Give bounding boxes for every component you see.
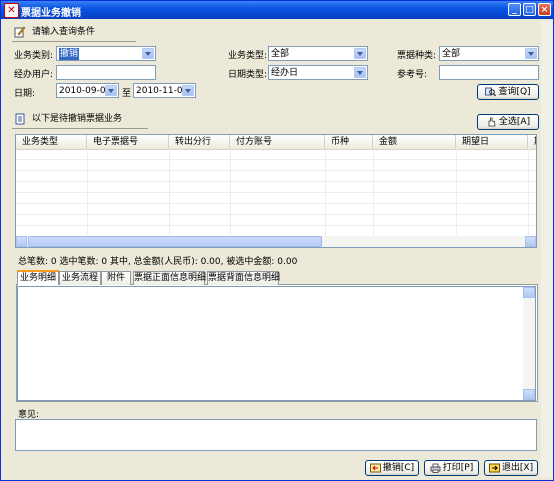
print-button-label: 打印[P] <box>442 463 474 473</box>
query-button[interactable]: 查询[Q] <box>477 84 539 100</box>
column-header[interactable]: 电子票据号 <box>87 135 169 149</box>
scroll-right-icon[interactable] <box>525 236 536 247</box>
title-bar: ✕ 票据业务撤销 _ □ × <box>1 1 553 19</box>
undo-icon <box>369 463 381 472</box>
column-header[interactable]: 币种 <box>325 135 373 149</box>
grid-header: 业务类型 电子票据号 转出分行 付方账号 币种 金额 期望日 期 <box>16 135 536 150</box>
scroll-up-icon[interactable] <box>523 287 535 298</box>
ref-no-input[interactable] <box>439 65 539 80</box>
date-type-select[interactable]: 经办日 <box>268 65 368 80</box>
biz-type-value: 全部 <box>271 49 290 59</box>
cancel-button[interactable]: 撤销[C] <box>365 460 419 476</box>
column-header[interactable]: 金额 <box>373 135 456 149</box>
query-section-title: 请输入查询条件 <box>32 27 96 37</box>
printer-icon <box>430 463 441 473</box>
document-icon <box>15 113 25 125</box>
table-row[interactable] <box>16 215 536 226</box>
grid-divider <box>325 149 326 235</box>
grid-divider <box>528 149 529 235</box>
chevron-down-icon[interactable] <box>105 85 117 96</box>
date-to-value: 2010-11-01 <box>136 86 189 96</box>
cancel-button-label: 撤销[C] <box>382 463 415 473</box>
tab-business-detail[interactable]: 业务明细 <box>17 270 59 285</box>
chevron-down-icon[interactable] <box>182 85 194 96</box>
bill-kind-value: 全部 <box>442 49 461 59</box>
bill-kind-label: 票据种类: <box>397 51 437 61</box>
grid-divider <box>456 149 457 235</box>
table-row[interactable] <box>16 182 536 193</box>
chevron-down-icon[interactable] <box>354 67 366 78</box>
scroll-thumb[interactable] <box>28 236 322 247</box>
grid-divider <box>169 149 170 235</box>
search-icon <box>485 87 497 96</box>
edit-form-icon <box>14 26 26 38</box>
table-row[interactable] <box>16 204 536 215</box>
biz-category-value: 撤销 <box>59 48 80 60</box>
date-type-value: 经办日 <box>271 68 299 78</box>
column-header[interactable]: 转出分行 <box>169 135 230 149</box>
maximize-button[interactable]: □ <box>523 3 536 16</box>
tab-bill-back-detail[interactable]: 票据背面信息明细 <box>207 271 280 285</box>
window-title: 票据业务撤销 <box>21 8 81 19</box>
summary-text: 总笔数: 0 选中笔数: 0 其中, 总金额(人民币): 0.00, 被选中金额… <box>18 257 298 267</box>
main-window: ✕ 票据业务撤销 _ □ × 请输入查询条件 业务类别: 撤销 业务类型: 全部… <box>0 0 554 481</box>
detail-textarea[interactable] <box>17 286 536 401</box>
date-type-label: 日期类型: <box>228 70 268 80</box>
chevron-down-icon[interactable] <box>354 48 366 59</box>
column-header[interactable]: 期望日 <box>456 135 528 149</box>
window-vertical-scrollbar[interactable] <box>541 21 553 478</box>
operator-input[interactable] <box>56 65 156 80</box>
exit-icon <box>488 463 500 472</box>
tab-bill-front-detail[interactable]: 票据正面信息明细 <box>133 271 206 285</box>
table-row[interactable] <box>16 149 536 160</box>
table-row[interactable] <box>16 160 536 171</box>
biz-type-label: 业务类型: <box>228 51 268 61</box>
hand-pointer-icon <box>488 117 496 126</box>
scroll-down-icon[interactable] <box>523 389 535 400</box>
scroll-left-icon[interactable] <box>16 236 27 247</box>
pending-section-title: 以下是待撤销票据业务 <box>32 114 123 124</box>
column-header[interactable]: 业务类型 <box>16 135 87 149</box>
pending-section-header: 以下是待撤销票据业务 <box>12 111 148 129</box>
opinion-textarea[interactable] <box>15 419 537 451</box>
biz-type-select[interactable]: 全部 <box>268 46 368 61</box>
table-row[interactable] <box>16 171 536 182</box>
minimize-button[interactable]: _ <box>508 3 521 16</box>
close-button[interactable]: × <box>538 3 551 16</box>
exit-button[interactable]: 退出[X] <box>484 460 538 476</box>
grid-divider <box>230 149 231 235</box>
select-all-button[interactable]: 全选[A] <box>477 114 539 130</box>
grid-horizontal-scrollbar[interactable] <box>16 236 536 247</box>
biz-category-select[interactable]: 撤销 <box>56 46 156 61</box>
print-button[interactable]: 打印[P] <box>424 460 479 476</box>
column-header[interactable]: 期 <box>528 135 536 149</box>
tab-attachments[interactable]: 附件 <box>101 271 131 285</box>
detail-vertical-scrollbar[interactable] <box>523 287 535 400</box>
operator-label: 经办用户: <box>14 70 54 80</box>
select-all-button-label: 全选[A] <box>498 117 531 127</box>
date-to-picker[interactable]: 2010-11-01 <box>133 83 196 98</box>
grid-divider <box>87 149 88 235</box>
ref-no-label: 参考号: <box>397 70 428 80</box>
tab-business-flow[interactable]: 业务流程 <box>59 271 101 285</box>
bill-kind-select[interactable]: 全部 <box>439 46 539 61</box>
table-row[interactable] <box>16 193 536 204</box>
date-to-label: 至 <box>122 89 132 99</box>
query-section-header: 请输入查询条件 <box>12 24 136 42</box>
query-button-label: 查询[Q] <box>498 87 531 97</box>
exit-button-label: 退出[X] <box>501 463 534 473</box>
pending-bills-grid[interactable]: 业务类型 电子票据号 转出分行 付方账号 币种 金额 期望日 期 <box>15 134 537 248</box>
date-label: 日期: <box>14 89 36 99</box>
biz-category-label: 业务类别: <box>14 51 54 61</box>
date-from-value: 2010-09-01 <box>59 86 112 96</box>
app-icon: ✕ <box>4 3 19 18</box>
date-from-picker[interactable]: 2010-09-01 <box>56 83 119 98</box>
chevron-down-icon[interactable] <box>142 48 154 59</box>
chevron-down-icon[interactable] <box>525 48 537 59</box>
grid-divider <box>373 149 374 235</box>
column-header[interactable]: 付方账号 <box>230 135 325 149</box>
